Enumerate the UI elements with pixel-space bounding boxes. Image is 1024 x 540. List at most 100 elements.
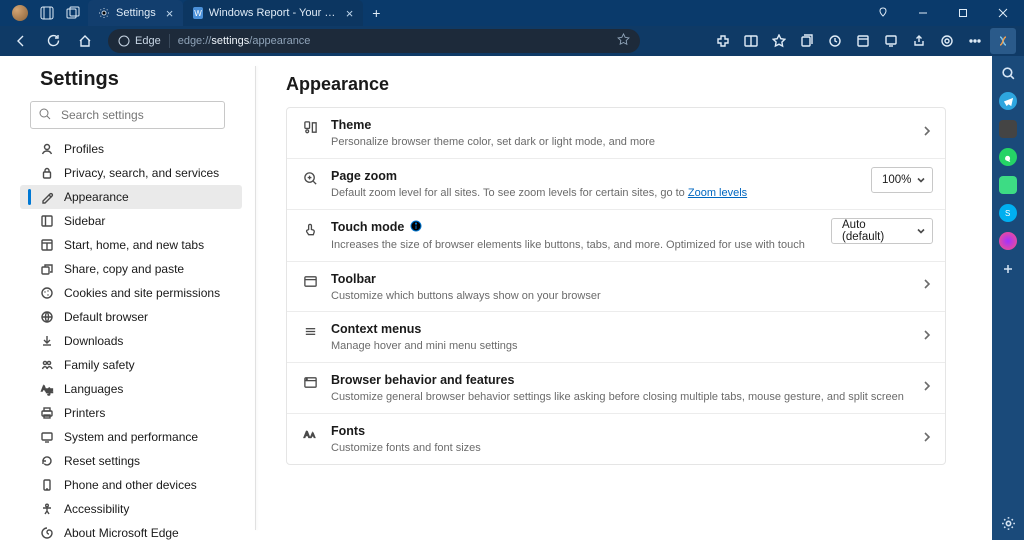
more-icon[interactable] bbox=[962, 28, 988, 54]
row-title: Context menus bbox=[331, 322, 931, 336]
collections-icon[interactable] bbox=[794, 28, 820, 54]
row-subtitle: Customize which buttons always show on y… bbox=[331, 289, 931, 304]
row-browser-behavior[interactable]: Browser behavior and features Customize … bbox=[287, 362, 945, 413]
nav-label: System and performance bbox=[64, 430, 198, 444]
sb-skype-icon[interactable]: S bbox=[999, 204, 1017, 222]
row-theme[interactable]: Theme Personalize browser theme color, s… bbox=[287, 108, 945, 158]
sb-messenger-icon[interactable] bbox=[999, 232, 1017, 250]
row-context-menus[interactable]: Context menus Manage hover and mini menu… bbox=[287, 311, 945, 362]
url-path: /appearance bbox=[249, 35, 310, 47]
browser-toolbar: Edge edge://settings/appearance bbox=[0, 26, 1024, 56]
sb-add-icon[interactable] bbox=[999, 260, 1017, 278]
chevron-right-icon bbox=[921, 277, 933, 295]
reset-icon bbox=[40, 454, 54, 468]
close-icon[interactable]: × bbox=[346, 6, 354, 21]
nav-item-about[interactable]: About Microsoft Edge bbox=[20, 521, 242, 540]
about-icon bbox=[40, 526, 54, 540]
nav-label: Share, copy and paste bbox=[64, 262, 184, 276]
search-input[interactable] bbox=[30, 101, 225, 129]
start-icon bbox=[40, 238, 54, 252]
home-button[interactable] bbox=[72, 28, 98, 54]
nav-item-profiles[interactable]: Profiles bbox=[20, 137, 242, 161]
drop-icon[interactable] bbox=[878, 28, 904, 54]
edge-sidebar: S bbox=[992, 56, 1024, 540]
nav-label: About Microsoft Edge bbox=[64, 526, 179, 540]
sb-android-icon[interactable] bbox=[999, 176, 1017, 194]
back-button[interactable] bbox=[8, 28, 34, 54]
site-icon: W bbox=[193, 7, 202, 19]
zoom-levels-link[interactable]: Zoom levels bbox=[688, 187, 747, 199]
page-title: Appearance bbox=[286, 74, 946, 95]
app-icon[interactable] bbox=[850, 28, 876, 54]
nav-label: Privacy, search, and services bbox=[64, 166, 219, 180]
profile-avatar[interactable] bbox=[12, 5, 28, 21]
svg-text:字: 字 bbox=[46, 387, 53, 396]
row-subtitle: Personalize browser theme color, set dar… bbox=[331, 135, 931, 150]
nav-item-languages[interactable]: A字Languages bbox=[20, 377, 242, 401]
history-icon[interactable] bbox=[822, 28, 848, 54]
nav-item-reset[interactable]: Reset settings bbox=[20, 449, 242, 473]
settings-heading: Settings bbox=[40, 68, 242, 91]
close-icon[interactable]: × bbox=[166, 6, 174, 21]
row-subtitle: Customize fonts and font sizes bbox=[331, 441, 931, 456]
refresh-button[interactable] bbox=[40, 28, 66, 54]
minimize-button[interactable] bbox=[906, 0, 940, 26]
nav-item-privacy[interactable]: Privacy, search, and services bbox=[20, 161, 242, 185]
sb-whatsapp-icon[interactable] bbox=[999, 148, 1017, 166]
nav-label: Appearance bbox=[64, 190, 129, 204]
nav-label: Sidebar bbox=[64, 214, 105, 228]
favorite-icon[interactable] bbox=[617, 33, 630, 49]
tab-actions-icon[interactable] bbox=[66, 6, 80, 20]
favorites-icon[interactable] bbox=[766, 28, 792, 54]
url-scheme: edge:// bbox=[178, 35, 212, 47]
row-fonts[interactable]: AA Fonts Customize fonts and font sizes bbox=[287, 413, 945, 464]
address-bar[interactable]: Edge edge://settings/appearance bbox=[108, 29, 640, 53]
site-identity[interactable]: Edge bbox=[118, 35, 161, 47]
row-title: Toolbar bbox=[331, 272, 931, 286]
sb-app1-icon[interactable] bbox=[999, 120, 1017, 138]
share-icon[interactable] bbox=[906, 28, 932, 54]
rewards-icon[interactable] bbox=[866, 0, 900, 26]
performance-icon[interactable] bbox=[934, 28, 960, 54]
extensions-icon[interactable] bbox=[710, 28, 736, 54]
edge-icon bbox=[118, 35, 130, 47]
close-button[interactable] bbox=[986, 0, 1020, 26]
nav-label: Languages bbox=[64, 382, 123, 396]
palette-icon bbox=[301, 120, 319, 135]
sb-search-icon[interactable] bbox=[999, 64, 1017, 82]
nav-item-printers[interactable]: Printers bbox=[20, 401, 242, 425]
nav-item-system[interactable]: System and performance bbox=[20, 425, 242, 449]
zoom-select[interactable]: 100% bbox=[871, 167, 933, 193]
tab-settings[interactable]: Settings × bbox=[88, 0, 183, 26]
nav-item-default[interactable]: Default browser bbox=[20, 305, 242, 329]
row-toolbar[interactable]: Toolbar Customize which buttons always s… bbox=[287, 261, 945, 312]
split-screen-icon[interactable] bbox=[738, 28, 764, 54]
touch-select[interactable]: Auto (default) bbox=[831, 218, 933, 244]
nav-item-downloads[interactable]: Downloads bbox=[20, 329, 242, 353]
tab-windowsreport[interactable]: W Windows Report - Your go-to sou × bbox=[183, 0, 363, 26]
nav-item-cookies[interactable]: Cookies and site permissions bbox=[20, 281, 242, 305]
info-icon[interactable] bbox=[410, 220, 422, 235]
nav-item-phone[interactable]: Phone and other devices bbox=[20, 473, 242, 497]
sb-telegram-icon[interactable] bbox=[999, 92, 1017, 110]
gear-icon bbox=[98, 7, 110, 19]
accessibility-icon bbox=[40, 502, 54, 516]
new-tab-button[interactable]: + bbox=[363, 0, 389, 26]
nav-item-family[interactable]: Family safety bbox=[20, 353, 242, 377]
row-subtitle: Customize general browser behavior setti… bbox=[331, 390, 931, 405]
nav-item-start[interactable]: Start, home, and new tabs bbox=[20, 233, 242, 257]
chevron-right-icon bbox=[921, 430, 933, 448]
workspaces-icon[interactable] bbox=[40, 6, 54, 20]
nav-item-appearance[interactable]: Appearance bbox=[20, 185, 242, 209]
svg-text:S: S bbox=[1005, 209, 1010, 218]
copilot-icon[interactable] bbox=[990, 28, 1016, 54]
nav-item-accessibility[interactable]: Accessibility bbox=[20, 497, 242, 521]
nav-item-share[interactable]: Share, copy and paste bbox=[20, 257, 242, 281]
chevron-right-icon bbox=[921, 328, 933, 346]
row-touch-mode: Touch mode Increases the size of browser… bbox=[287, 209, 945, 261]
chevron-right-icon bbox=[921, 379, 933, 397]
share-icon bbox=[40, 262, 54, 276]
nav-item-sidebar[interactable]: Sidebar bbox=[20, 209, 242, 233]
maximize-button[interactable] bbox=[946, 0, 980, 26]
sb-settings-icon[interactable] bbox=[999, 514, 1017, 532]
